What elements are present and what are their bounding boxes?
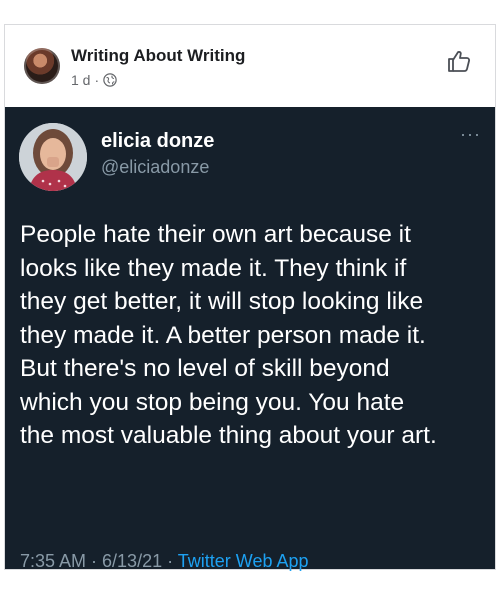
meta-separator: ·: [94, 72, 100, 88]
tweet-text: People hate their own art because it loo…: [20, 221, 437, 449]
globe-icon: [103, 73, 117, 87]
author-name[interactable]: elicia donze: [101, 130, 214, 153]
more-icon[interactable]: ···: [460, 125, 481, 143]
page-name[interactable]: Writing About Writing: [71, 46, 245, 66]
page-avatar[interactable]: [24, 48, 60, 84]
post-header: Writing About Writing 1 d ·: [5, 25, 495, 107]
post-time[interactable]: 1 d: [71, 72, 90, 88]
post-meta: 1 d ·: [71, 72, 117, 88]
author-handle[interactable]: @eliciadonze: [101, 157, 209, 178]
author-avatar[interactable]: [19, 123, 87, 191]
tweet-timestamp[interactable]: 7:35 AM · 6/13/21 ·: [20, 551, 178, 571]
tweet-footer: 7:35 AM · 6/13/21 · Twitter Web App: [20, 551, 309, 572]
tweet-screenshot: elicia donze @eliciadonze ··· People hat…: [5, 107, 495, 572]
tweet-source-link[interactable]: Twitter Web App: [178, 551, 309, 571]
facebook-post-card: Writing About Writing 1 d · elicia donze…: [4, 24, 496, 572]
like-icon[interactable]: [445, 47, 473, 75]
